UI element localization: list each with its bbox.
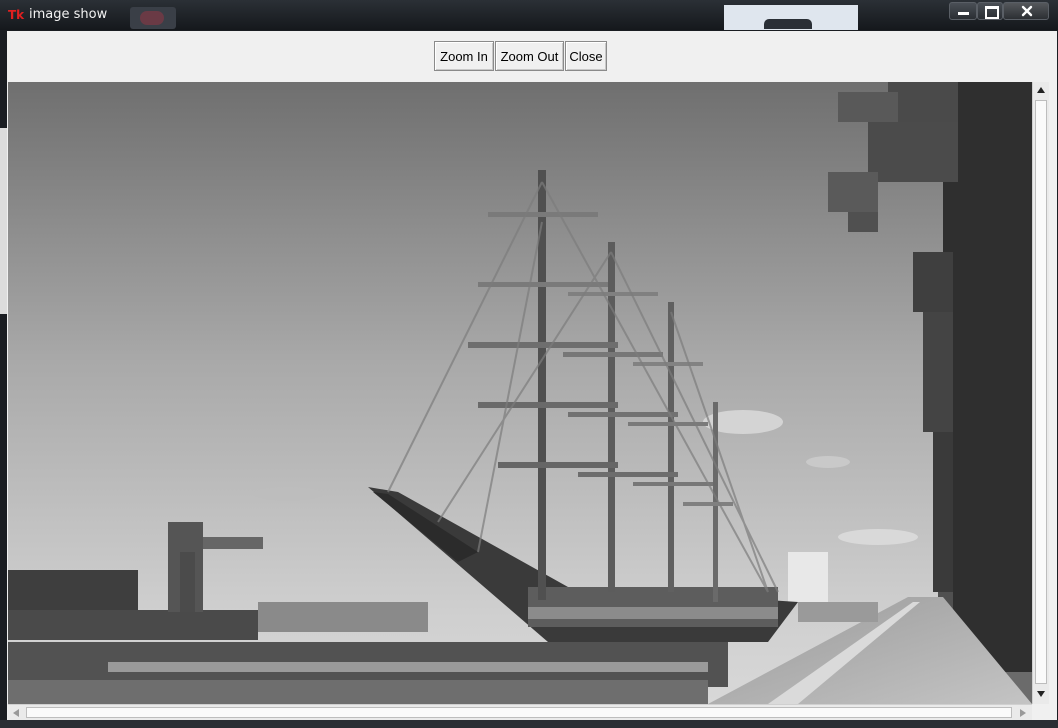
- app-icon: Tk: [8, 8, 25, 22]
- ship-image: [8, 82, 1032, 704]
- zoom-out-button[interactable]: Zoom Out: [495, 41, 564, 71]
- background-window-fragment: [130, 7, 176, 29]
- scroll-down-button[interactable]: [1033, 686, 1049, 702]
- window-title: image show: [29, 7, 108, 22]
- arrow-down-icon: [1037, 691, 1045, 697]
- maximize-icon: [985, 6, 999, 19]
- arrow-up-icon: [1037, 87, 1045, 93]
- image-canvas[interactable]: [8, 82, 1032, 704]
- zoom-in-button[interactable]: Zoom In: [434, 41, 494, 71]
- arrow-right-icon: [1020, 709, 1026, 717]
- vertical-scrollbar[interactable]: [1032, 82, 1049, 704]
- minimize-button[interactable]: [949, 2, 977, 20]
- scroll-up-button[interactable]: [1033, 82, 1049, 98]
- scroll-left-button[interactable]: [8, 705, 24, 721]
- image-viewer-window: Zoom In Zoom Out Close: [7, 31, 1057, 720]
- vertical-scroll-thumb[interactable]: [1035, 100, 1047, 684]
- horizontal-scrollbar[interactable]: [8, 704, 1032, 720]
- background-window-fragment: [724, 5, 858, 30]
- close-icon: [1021, 5, 1033, 17]
- close-window-button[interactable]: [1003, 2, 1049, 20]
- horizontal-scroll-thumb[interactable]: [26, 707, 1012, 718]
- desktop-background-strip: [0, 720, 1058, 728]
- scroll-right-button[interactable]: [1015, 705, 1031, 721]
- minimize-icon: [958, 12, 969, 15]
- toolbar: Zoom In Zoom Out Close: [7, 31, 1057, 82]
- close-button[interactable]: Close: [565, 41, 607, 71]
- title-bar[interactable]: Tk image show: [0, 0, 1058, 30]
- arrow-left-icon: [13, 709, 19, 717]
- maximize-button[interactable]: [977, 2, 1003, 20]
